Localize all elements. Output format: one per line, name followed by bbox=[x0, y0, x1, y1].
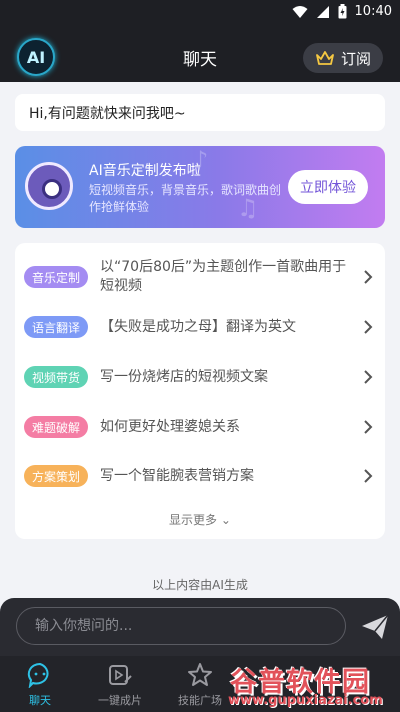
battery-icon bbox=[338, 4, 347, 19]
suggestion-tag: 难题破解 bbox=[24, 416, 89, 438]
suggestion-text: 以“70后80后”为主题创作一首歌曲用于短视频 bbox=[100, 259, 347, 294]
suggestion-item[interactable]: 难题破解 如何更好处理婆媳关系 bbox=[15, 407, 385, 447]
send-icon[interactable] bbox=[360, 612, 390, 642]
greeting-text: Hi,有问题就快来问我吧~ bbox=[29, 105, 186, 122]
suggestion-list: 音乐定制 以“70后80后”为主题创作一首歌曲用于短视频 语言翻译 【失败是成功… bbox=[15, 243, 385, 539]
promo-description: 短视频音乐，背景音乐，歌词歌曲创作抢鲜体验 bbox=[89, 183, 282, 214]
chevron-right-icon bbox=[364, 420, 373, 434]
promo-banner[interactable]: ♪ ♫ AI音乐定制发布啦 短视频音乐，背景音乐，歌词歌曲创作抢鲜体验 立即体验 bbox=[15, 146, 385, 228]
signal-icon bbox=[316, 5, 329, 18]
suggestion-tag: 视频带货 bbox=[24, 366, 89, 388]
nav-label: 一键成片 bbox=[98, 694, 142, 707]
nav-item-video[interactable]: 一键成片 bbox=[80, 656, 160, 712]
show-more-label: 显示更多 bbox=[169, 513, 218, 527]
crown-icon bbox=[316, 51, 334, 65]
suggestion-item[interactable]: 方案策划 写一个智能腕表营销方案 bbox=[15, 456, 385, 496]
message-input[interactable] bbox=[16, 607, 346, 645]
watermark-url: www.gupuxiazai.com bbox=[228, 693, 383, 708]
input-bar bbox=[0, 598, 400, 656]
suggestion-tag: 方案策划 bbox=[24, 465, 89, 487]
chevron-right-icon bbox=[364, 469, 373, 483]
ai-generated-note: 以上内容由AI生成 bbox=[152, 578, 248, 592]
suggestion-text: 【失败是成功之母】翻译为英文 bbox=[100, 318, 296, 335]
promo-title: AI音乐定制发布啦 bbox=[89, 163, 201, 179]
chevron-right-icon bbox=[364, 320, 373, 334]
nav-item-chat[interactable]: 聊天 bbox=[0, 656, 80, 712]
status-bar: 10:40 bbox=[0, 0, 400, 24]
subscribe-button[interactable]: 订阅 bbox=[303, 43, 383, 73]
wifi-icon bbox=[292, 5, 308, 18]
chevron-down-icon: ⌄ bbox=[220, 513, 231, 527]
watermark: 谷普软件园 www.gupuxiazai.com bbox=[220, 660, 400, 712]
status-icons: 10:40 bbox=[292, 4, 392, 19]
suggestion-item[interactable]: 音乐定制 以“70后80后”为主题创作一首歌曲用于短视频 bbox=[15, 257, 385, 297]
nav-label: 聊天 bbox=[29, 694, 51, 707]
subscribe-label: 订阅 bbox=[340, 49, 371, 68]
vinyl-disc-icon bbox=[25, 162, 73, 210]
top-bar: AI 聊天 订阅 bbox=[0, 24, 400, 82]
chevron-right-icon bbox=[364, 270, 373, 284]
greeting-message: Hi,有问题就快来问我吧~ bbox=[15, 94, 385, 131]
show-more-button[interactable]: 显示更多 ⌄ bbox=[15, 511, 385, 528]
suggestion-text: 写一个智能腕表营销方案 bbox=[100, 467, 254, 484]
suggestion-tag: 音乐定制 bbox=[24, 266, 89, 288]
try-now-button[interactable]: 立即体验 bbox=[288, 170, 368, 204]
chat-icon bbox=[27, 662, 49, 688]
suggestion-text: 写一份烧烤店的短视频文案 bbox=[100, 368, 268, 385]
status-time: 10:40 bbox=[354, 4, 392, 19]
chevron-right-icon bbox=[364, 370, 373, 384]
video-icon bbox=[109, 665, 132, 685]
suggestion-item[interactable]: 视频带货 写一份烧烤店的短视频文案 bbox=[15, 357, 385, 397]
suggestion-text: 如何更好处理婆媳关系 bbox=[100, 418, 240, 435]
star-icon bbox=[188, 663, 212, 686]
suggestion-item[interactable]: 语言翻译 【失败是成功之母】翻译为英文 bbox=[15, 307, 385, 347]
suggestion-tag: 语言翻译 bbox=[24, 316, 89, 338]
